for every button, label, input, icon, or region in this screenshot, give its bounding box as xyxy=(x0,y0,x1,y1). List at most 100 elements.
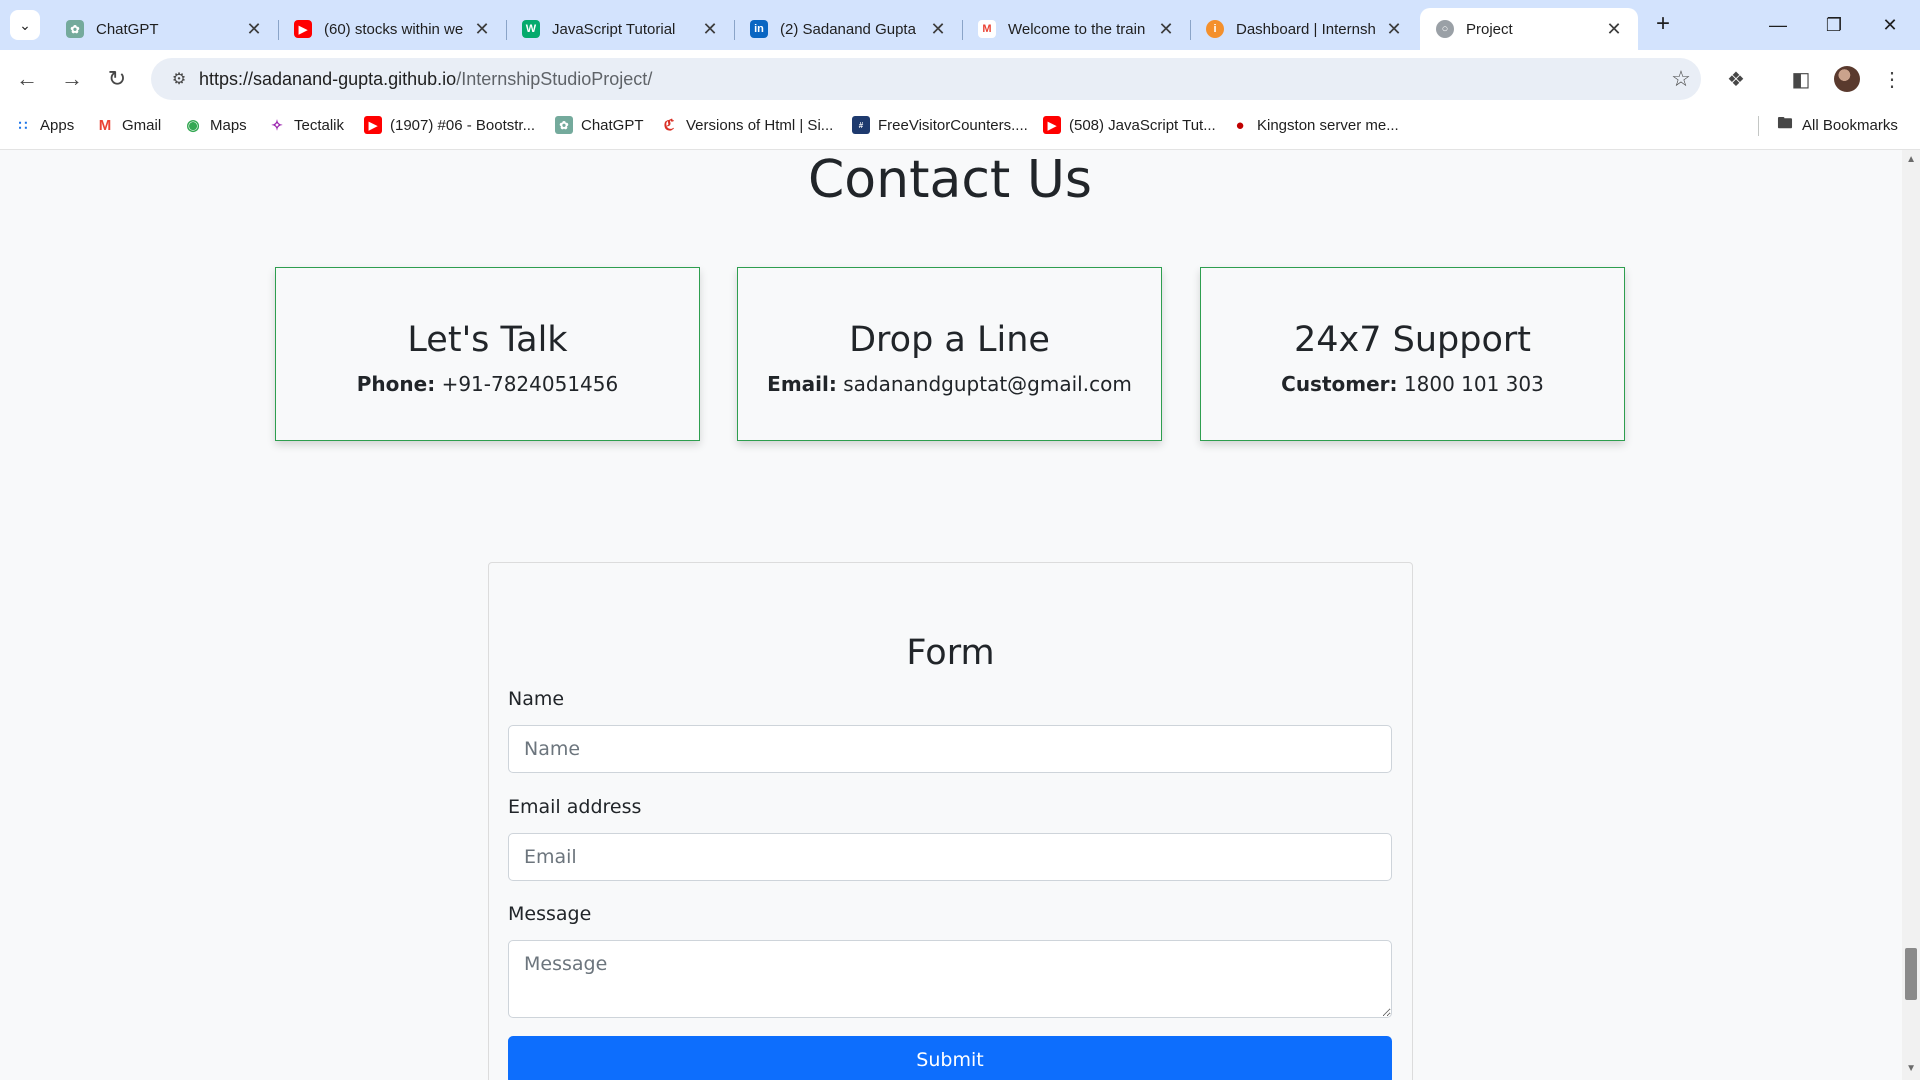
w3schools-icon: W xyxy=(522,20,540,38)
address-url[interactable]: https://sadanand-gupta.github.io/Interns… xyxy=(199,69,1661,90)
bookmark-bootstrap-video[interactable]: ▶ (1907) #06 - Bootstr... xyxy=(364,108,535,142)
bookmark-label: Versions of Html | Si... xyxy=(686,116,834,134)
gmail-icon: M xyxy=(98,116,112,134)
bookmark-javascript-video[interactable]: ▶ (508) JavaScript Tut... xyxy=(1043,108,1216,142)
tab-project-active[interactable]: ○ Project ✕ xyxy=(1420,8,1638,50)
folder-icon: 🖿 xyxy=(1777,114,1793,132)
counter-icon: # xyxy=(852,116,870,134)
email-input[interactable] xyxy=(508,833,1392,881)
tab-title: JavaScript Tutorial xyxy=(552,20,676,38)
tab-title: ChatGPT xyxy=(96,20,159,38)
close-icon[interactable]: ✕ xyxy=(1384,19,1404,40)
kingston-icon: ● xyxy=(1235,116,1245,134)
tab-title: (60) stocks within we xyxy=(324,20,464,38)
tab-title: Dashboard | Internsh xyxy=(1236,20,1376,38)
close-icon[interactable]: ✕ xyxy=(1604,19,1624,40)
kebab-menu-icon[interactable]: ⋮ xyxy=(1875,62,1909,96)
bookmark-label: Gmail xyxy=(122,116,162,134)
card-detail-key: Customer: xyxy=(1281,372,1398,396)
submit-button[interactable]: Submit xyxy=(508,1036,1392,1080)
bookmark-apps[interactable]: ∷ Apps xyxy=(14,108,75,142)
bookmark-kingston[interactable]: ● Kingston server me... xyxy=(1231,108,1399,142)
profile-avatar[interactable] xyxy=(1834,66,1860,92)
youtube-icon: ▶ xyxy=(1043,116,1061,134)
bookmark-label: Maps xyxy=(210,116,247,134)
maps-pin-icon: ◉ xyxy=(186,117,200,134)
tab-search-chevron-icon[interactable]: ⌄ xyxy=(10,10,40,40)
page-viewport: Contact Us Let's Talk Phone: +91-7824051… xyxy=(0,150,1920,1080)
contact-card-drop-a-line: Drop a Line Email: sadanandguptat@gmail.… xyxy=(737,267,1162,441)
url-path: /InternshipStudioProject/ xyxy=(456,68,653,89)
page-scrollbar[interactable]: ▲ ▼ xyxy=(1902,150,1920,1080)
scroll-down-arrow-icon[interactable]: ▼ xyxy=(1906,1063,1916,1074)
message-textarea[interactable] xyxy=(508,940,1392,1018)
bookmark-gmail[interactable]: M Gmail xyxy=(96,108,161,142)
tab-gmail[interactable]: M Welcome to the train ✕ xyxy=(962,8,1191,50)
bookmark-label: FreeVisitorCounters.... xyxy=(878,116,1028,134)
chatgpt-icon: ✿ xyxy=(66,20,84,38)
reload-icon[interactable]: ↻ xyxy=(100,62,134,96)
bookmark-star-icon[interactable]: ☆ xyxy=(1661,66,1701,92)
bookmark-label: Kingston server me... xyxy=(1257,116,1399,134)
tab-javascript-tutorial[interactable]: W JavaScript Tutorial ✕ xyxy=(506,8,735,50)
name-label: Name xyxy=(508,688,565,710)
card-detail: Phone: +91-7824051456 xyxy=(276,372,699,396)
bookmark-freevisitorcounters[interactable]: # FreeVisitorCounters.... xyxy=(852,108,1028,142)
internshala-icon: i xyxy=(1206,20,1224,38)
youtube-icon: ▶ xyxy=(364,116,382,134)
email-label: Email address xyxy=(508,796,642,818)
all-bookmarks-button[interactable]: 🖿 All Bookmarks xyxy=(1776,108,1897,142)
bookmark-label: Tectalik xyxy=(294,116,345,134)
url-host: https://sadanand-gupta.github.io xyxy=(199,68,457,89)
site-icon: ℭ xyxy=(663,117,675,134)
browser-toolbar: ← → ↻ ⚙ https://sadanand-gupta.github.io… xyxy=(0,50,1920,108)
bookmarks-bar: ∷ Apps M Gmail ◉ Maps ✧ Tectalik ▶ (1907… xyxy=(0,108,1920,150)
tab-internshala-dashboard[interactable]: i Dashboard | Internsh ✕ xyxy=(1190,8,1418,50)
tectalik-icon: ✧ xyxy=(271,116,283,133)
forward-arrow-icon[interactable]: → xyxy=(55,62,89,96)
side-panel-icon[interactable]: ◧ xyxy=(1784,62,1818,96)
bookmark-tectalik[interactable]: ✧ Tectalik xyxy=(268,108,344,142)
bookmark-label: (508) JavaScript Tut... xyxy=(1069,116,1216,134)
site-settings-icon[interactable]: ⚙ xyxy=(159,69,199,89)
back-arrow-icon[interactable]: ← xyxy=(10,62,44,96)
restore-icon[interactable]: ❐ xyxy=(1806,0,1862,50)
bookmark-label: Apps xyxy=(40,116,75,134)
scroll-up-arrow-icon[interactable]: ▲ xyxy=(1906,154,1916,165)
linkedin-icon: in xyxy=(750,20,768,38)
address-bar[interactable]: ⚙ https://sadanand-gupta.github.io/Inter… xyxy=(151,58,1701,100)
window-close-icon[interactable]: ✕ xyxy=(1862,0,1918,50)
contact-card-lets-talk: Let's Talk Phone: +91-7824051456 xyxy=(275,267,700,441)
close-icon[interactable]: ✕ xyxy=(244,19,264,40)
bookmark-html-versions[interactable]: ℭ Versions of Html | Si... xyxy=(660,108,834,142)
card-title: Drop a Line xyxy=(849,320,1050,360)
contact-us-heading: Contact Us xyxy=(808,150,1092,210)
tab-title: Welcome to the train xyxy=(1008,20,1146,38)
close-icon[interactable]: ✕ xyxy=(472,19,492,40)
tab-title: Project xyxy=(1466,20,1513,38)
card-title: 24x7 Support xyxy=(1293,320,1531,360)
gmail-icon: M xyxy=(978,20,996,38)
card-detail-key: Email: xyxy=(767,372,837,396)
extensions-puzzle-icon[interactable]: ❖ xyxy=(1719,62,1753,96)
card-detail-value: +91-7824051456 xyxy=(441,372,619,396)
tab-youtube-stocks[interactable]: ▶ (60) stocks within we ✕ xyxy=(278,8,507,50)
bookmark-maps[interactable]: ◉ Maps xyxy=(184,108,247,142)
close-icon[interactable]: ✕ xyxy=(1156,19,1176,40)
apps-grid-icon: ∷ xyxy=(18,116,28,133)
minimize-icon[interactable]: — xyxy=(1750,0,1806,50)
card-detail-key: Phone: xyxy=(356,372,436,396)
contact-form: Form Name Email address Message Submit xyxy=(488,562,1413,1080)
close-icon[interactable]: ✕ xyxy=(928,19,948,40)
card-detail-value: sadanandguptat@gmail.com xyxy=(843,372,1132,396)
message-label: Message xyxy=(508,903,592,925)
form-title: Form xyxy=(906,633,995,673)
tab-chatgpt[interactable]: ✿ ChatGPT ✕ xyxy=(50,8,279,50)
name-input[interactable] xyxy=(508,725,1392,773)
bookmark-chatgpt[interactable]: ✿ ChatGPT xyxy=(555,108,644,142)
close-icon[interactable]: ✕ xyxy=(700,19,720,40)
scrollbar-thumb[interactable] xyxy=(1905,948,1917,1000)
tab-linkedin[interactable]: in (2) Sadanand Gupta ✕ xyxy=(734,8,963,50)
new-tab-plus-icon[interactable]: + xyxy=(1648,10,1678,40)
bookmark-label: ChatGPT xyxy=(581,116,644,134)
